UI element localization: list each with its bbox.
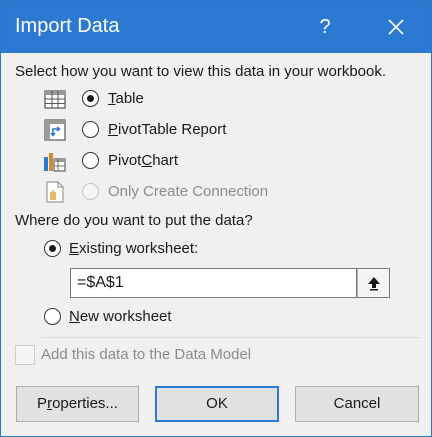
view-prompt: Select how you want to view this data in…: [15, 63, 387, 80]
label-text: P: [37, 395, 48, 412]
accesskey-letter: C: [141, 152, 153, 169]
help-button[interactable]: ?: [313, 13, 337, 41]
import-data-dialog: Import Data ? Select how you want to vie…: [0, 0, 432, 437]
close-icon: [388, 19, 404, 35]
table-radio[interactable]: [82, 90, 99, 107]
properties-button[interactable]: Properties...: [16, 386, 139, 422]
connection-radio-label[interactable]: Only Create Connection: [108, 183, 268, 200]
pivottable-radio-label[interactable]: PivotTable Report: [108, 121, 226, 138]
pivottable-icon: [43, 118, 67, 142]
connection-radio[interactable]: [82, 183, 99, 200]
pivotchart-icon: [43, 149, 67, 173]
connection-icon: [43, 180, 67, 204]
ok-button[interactable]: OK: [155, 386, 279, 422]
upload-arrow-icon: [368, 277, 380, 291]
cancel-button[interactable]: Cancel: [295, 386, 419, 422]
data-model-label[interactable]: Add this data to the Data Model: [41, 346, 251, 363]
collapse-dialog-button[interactable]: [357, 268, 390, 298]
pivotchart-radio[interactable]: [82, 152, 99, 169]
label-text: xisting worksheet:: [79, 240, 199, 257]
table-icon: [43, 88, 67, 112]
pivottable-radio[interactable]: [82, 121, 99, 138]
label-text: operties...: [52, 395, 118, 412]
accesskey-letter: P: [108, 121, 119, 138]
label-text: hart: [152, 152, 179, 169]
location-prompt: Where do you want to put the data?: [15, 212, 253, 229]
label-text: Pivot: [108, 152, 142, 169]
new-worksheet-label[interactable]: New worksheet: [69, 308, 172, 325]
close-button[interactable]: [381, 13, 411, 41]
accesskey-letter: N: [69, 308, 80, 325]
title-bar: Import Data ?: [1, 1, 431, 53]
new-worksheet-radio[interactable]: [44, 308, 61, 325]
cell-reference-input[interactable]: [70, 268, 357, 298]
existing-worksheet-label[interactable]: Existing worksheet:: [69, 240, 198, 257]
accesskey-letter: T: [108, 90, 116, 107]
data-model-checkbox[interactable]: [15, 345, 35, 365]
pivotchart-radio-label[interactable]: PivotChart: [108, 152, 178, 169]
divider: [41, 337, 421, 338]
table-radio-label[interactable]: Table: [108, 90, 144, 107]
dialog-title: Import Data: [15, 15, 120, 37]
label-text: able: [115, 90, 144, 107]
label-text: ivotTable Report: [118, 121, 227, 138]
accesskey-letter: E: [69, 240, 80, 257]
existing-worksheet-radio[interactable]: [44, 240, 61, 257]
label-text: ew worksheet: [79, 308, 172, 325]
